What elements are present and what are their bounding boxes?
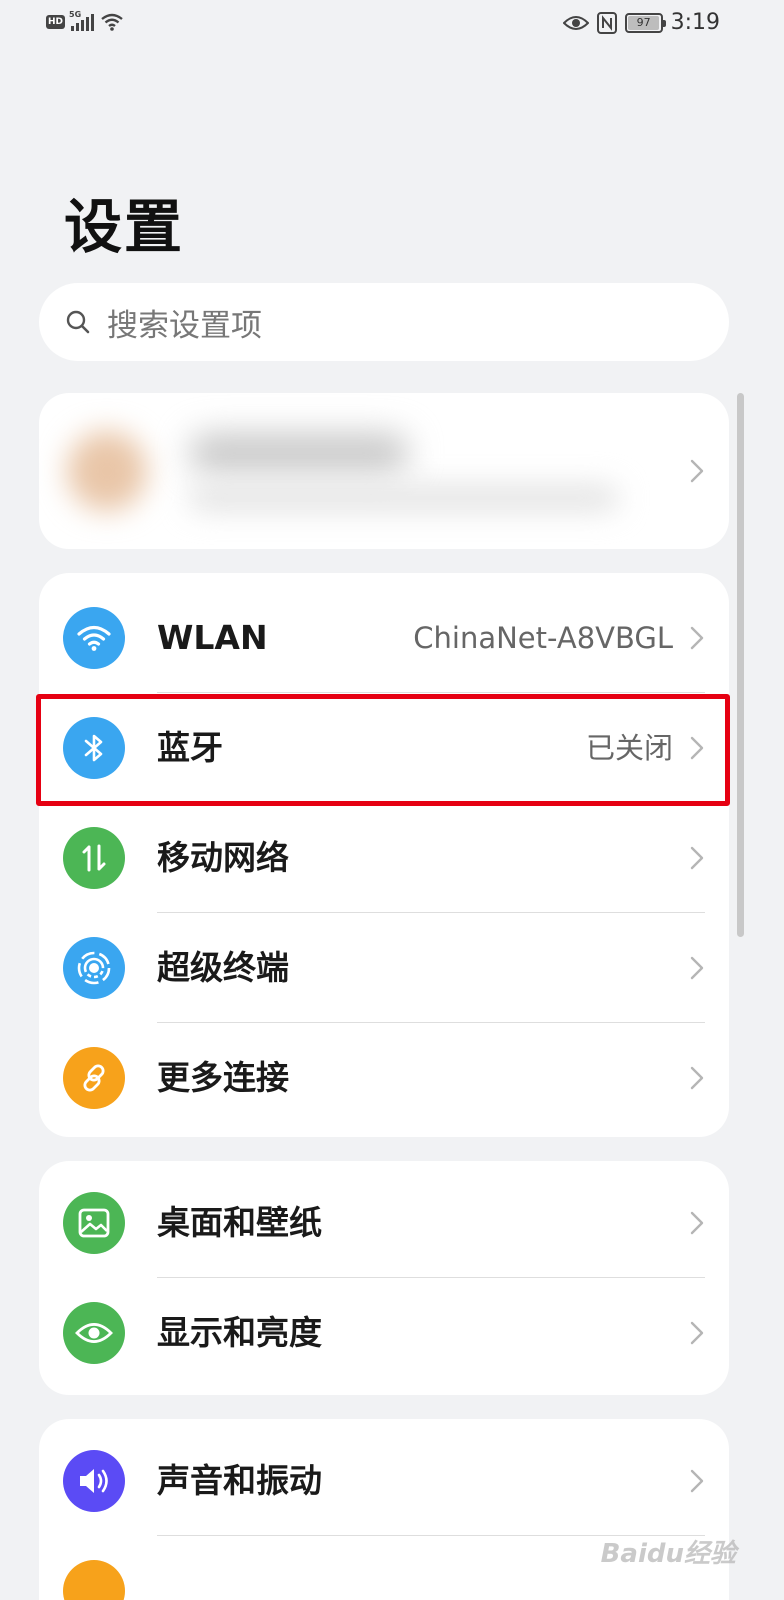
avatar	[67, 431, 147, 511]
wlan-label: WLAN	[157, 618, 268, 657]
notification-icon	[63, 1560, 125, 1600]
sound-vibration-label: 声音和振动	[157, 1461, 322, 1500]
status-bar: HD 5G 97 3:19	[0, 0, 768, 48]
wifi-status-icon	[101, 13, 123, 31]
bluetooth-item[interactable]: 蓝牙 已关闭	[39, 693, 729, 803]
blurred-account-info	[39, 393, 729, 549]
eye-icon	[63, 1302, 125, 1364]
battery-icon: 97	[624, 12, 666, 33]
chevron-right-icon	[690, 1321, 704, 1345]
bluetooth-status: 已关闭	[585, 731, 673, 765]
display-group: 桌面和壁纸 显示和亮度	[39, 1161, 729, 1395]
chevron-right-icon	[690, 846, 704, 870]
page-title: 设置	[64, 193, 185, 261]
super-device-label: 超级终端	[157, 948, 289, 987]
bluetooth-icon	[63, 717, 125, 779]
display-brightness-label: 显示和亮度	[157, 1313, 322, 1352]
account-name-blurred	[189, 433, 409, 473]
chevron-right-icon	[690, 1066, 704, 1090]
chevron-right-icon	[690, 1469, 704, 1493]
scrollbar[interactable]	[737, 393, 744, 937]
network-type: 5G	[69, 10, 82, 19]
wlan-value: ChinaNet-A8VBGL	[413, 621, 673, 655]
chevron-right-icon	[690, 736, 704, 760]
link-icon	[63, 1047, 125, 1109]
battery-level: 97	[636, 15, 651, 29]
search-icon	[66, 310, 90, 334]
search-placeholder: 搜索设置项	[107, 307, 262, 344]
wallpaper-icon	[63, 1192, 125, 1254]
more-connections-item[interactable]: 更多连接	[39, 1023, 729, 1133]
mobile-network-item[interactable]: 移动网络	[39, 803, 729, 913]
nfc-icon	[596, 11, 617, 34]
super-device-icon	[63, 937, 125, 999]
hd-badge: HD	[46, 15, 66, 29]
signal-icon: 5G	[69, 10, 95, 31]
watermark: Baidu经验	[600, 1539, 736, 1569]
status-right: 97 3:19	[562, 10, 720, 35]
account-card[interactable]	[39, 393, 729, 549]
sound-group: 声音和振动	[39, 1419, 729, 1600]
wifi-icon	[63, 607, 125, 669]
wallpaper-item[interactable]: 桌面和壁纸	[39, 1168, 729, 1278]
mobile-data-icon	[63, 827, 125, 889]
super-device-item[interactable]: 超级终端	[39, 913, 729, 1023]
speaker-icon	[63, 1450, 125, 1512]
chevron-right-icon	[690, 956, 704, 980]
chevron-right-icon	[690, 1211, 704, 1235]
clock: 3:19	[670, 10, 720, 35]
account-subtitle-blurred	[189, 485, 619, 511]
wallpaper-label: 桌面和壁纸	[157, 1203, 322, 1242]
eye-comfort-icon	[562, 15, 589, 30]
chevron-right-icon	[690, 459, 704, 483]
bluetooth-label: 蓝牙	[157, 728, 223, 767]
display-brightness-item[interactable]: 显示和亮度	[39, 1278, 729, 1388]
search-input[interactable]: 搜索设置项	[39, 283, 729, 361]
mobile-network-label: 移动网络	[157, 838, 289, 877]
wlan-item[interactable]: WLAN ChinaNet-A8VBGL	[39, 583, 729, 693]
more-connections-label: 更多连接	[157, 1058, 289, 1097]
chevron-right-icon	[690, 626, 704, 650]
settings-screen: HD 5G 97 3:19 设置 搜索设置项 WLAN ChinaNet-A8V…	[0, 0, 784, 1600]
connectivity-group: WLAN ChinaNet-A8VBGL 蓝牙 已关闭 移动网络 超级终端 更多…	[39, 573, 729, 1137]
sound-vibration-item[interactable]: 声音和振动	[39, 1426, 729, 1536]
status-left: HD 5G	[46, 10, 124, 32]
